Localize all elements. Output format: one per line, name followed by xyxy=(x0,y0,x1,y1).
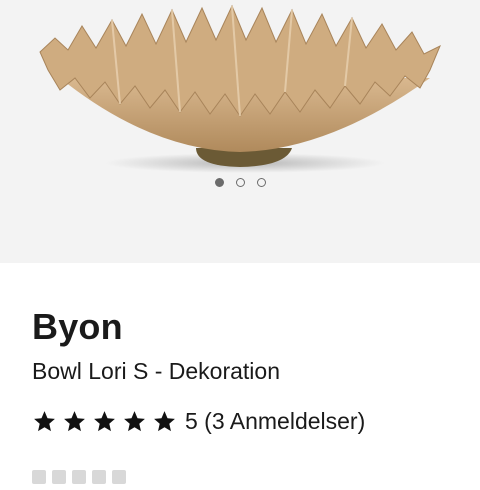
carousel-dot-3[interactable] xyxy=(256,178,266,187)
price-placeholder xyxy=(32,470,142,490)
product-image-gallery[interactable] xyxy=(0,0,480,263)
carousel-dot-1[interactable] xyxy=(214,178,224,187)
rating[interactable]: 5 (3 Anmeldelser) xyxy=(32,408,365,435)
rating-stars xyxy=(32,409,177,434)
carousel-dots xyxy=(0,178,480,187)
rating-text[interactable]: 5 (3 Anmeldelser) xyxy=(185,408,365,435)
star-icon xyxy=(64,411,85,432)
star-icon xyxy=(94,411,115,432)
star-icon xyxy=(154,411,175,432)
star-icon xyxy=(34,411,55,432)
product-name: Bowl Lori S - Dekoration xyxy=(32,358,280,384)
brand-name[interactable]: Byon xyxy=(32,306,123,348)
star-icon xyxy=(124,411,145,432)
product-image[interactable] xyxy=(0,0,480,200)
carousel-dot-2[interactable] xyxy=(235,178,245,187)
